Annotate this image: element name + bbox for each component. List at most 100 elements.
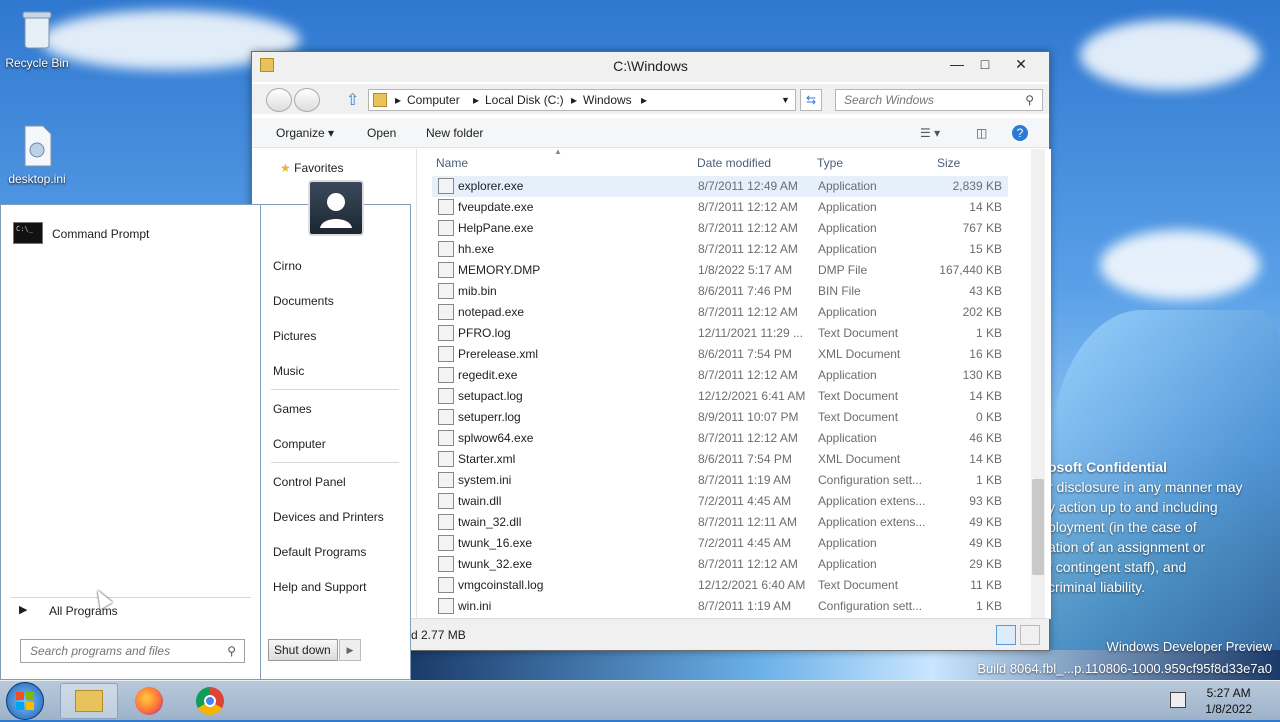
file-row[interactable]: regedit.exe 8/7/2011 12:12 AM Application 1… — [432, 365, 1008, 386]
file-row[interactable]: HelpPane.exe 8/7/2011 12:12 AM Application… — [432, 218, 1008, 239]
file-row[interactable]: fveupdate.exe 8/7/2011 12:12 AM Applicatio… — [432, 197, 1008, 218]
start-button[interactable] — [6, 682, 44, 720]
file-row[interactable]: setupact.log 12/12/2021 6:41 AM Text Docum… — [432, 386, 1008, 407]
large-icons-view-icon[interactable] — [1020, 625, 1040, 645]
file-row[interactable]: PFRO.log 12/11/2021 11:29 ... Text Documen… — [432, 323, 1008, 344]
file-row[interactable]: twain_32.dll 8/7/2011 12:11 AM Application… — [432, 512, 1008, 533]
file-date: 8/9/2011 10:07 PM — [698, 410, 799, 424]
pictures-link[interactable]: Pictures — [273, 329, 316, 343]
back-button[interactable] — [266, 88, 292, 112]
column-header-name[interactable]: Name — [436, 156, 468, 170]
search-icon[interactable]: ⚲ — [227, 644, 236, 658]
file-size: 167,440 KB — [939, 263, 1002, 277]
new-folder-button[interactable]: New folder — [426, 126, 483, 140]
user-avatar[interactable] — [308, 180, 364, 236]
vertical-scrollbar[interactable] — [1031, 149, 1045, 619]
maximize-button[interactable]: □ — [970, 54, 1000, 76]
title-bar[interactable]: C:\Windows — □ ✕ — [252, 52, 1049, 82]
games-link[interactable]: Games — [273, 402, 312, 416]
file-list: ▲ Name Date modified Type Size explorer.… — [418, 147, 1051, 619]
column-header-size[interactable]: Size — [937, 156, 960, 170]
file-row[interactable]: mib.bin 8/6/2011 7:46 PM BIN File 43 KB — [432, 281, 1008, 302]
forward-button[interactable] — [294, 88, 320, 112]
breadcrumb-local-disk[interactable]: Local Disk (C:) — [485, 93, 564, 107]
file-row[interactable]: splwow64.exe 8/7/2011 12:12 AM Application… — [432, 428, 1008, 449]
scroll-thumb[interactable] — [1032, 479, 1044, 575]
close-button[interactable]: ✕ — [1006, 54, 1036, 76]
file-size: 2,839 KB — [952, 179, 1002, 193]
help-icon[interactable]: ? — [1012, 125, 1028, 141]
file-row[interactable]: win.ini 8/7/2011 1:19 AM Configuration set… — [432, 596, 1008, 617]
breadcrumb-windows[interactable]: Windows — [583, 93, 632, 107]
file-row[interactable]: explorer.exe 8/7/2011 12:49 AM Application… — [432, 176, 1008, 197]
all-programs-button[interactable]: ▶ All Programs — [19, 603, 239, 623]
taskbar-firefox-button[interactable] — [121, 683, 179, 719]
file-row[interactable]: notepad.exe 8/7/2011 12:12 AM Application 2… — [432, 302, 1008, 323]
desktop-icon-recycle-bin[interactable]: Recycle Bin — [0, 8, 74, 70]
preview-pane-icon[interactable]: ◫ — [976, 126, 987, 140]
favorites-item[interactable]: ★ Favorites — [280, 161, 343, 175]
file-date: 8/7/2011 12:12 AM — [698, 557, 798, 571]
file-date: 8/7/2011 12:12 AM — [698, 200, 798, 214]
computer-link[interactable]: Computer — [273, 437, 326, 451]
file-date: 7/2/2011 4:45 AM — [698, 536, 792, 550]
file-size: 29 KB — [969, 557, 1002, 571]
file-row[interactable]: hh.exe 8/7/2011 12:12 AM Application 15 KB — [432, 239, 1008, 260]
default-programs-link[interactable]: Default Programs — [273, 545, 366, 559]
chevron-down-icon[interactable]: ▼ — [781, 95, 790, 105]
file-row[interactable]: vmgcoinstall.log 12/12/2021 6:40 AM Text D… — [432, 575, 1008, 596]
file-date: 8/7/2011 12:12 AM — [698, 305, 798, 319]
system-clock[interactable]: 5:27 AM 1/8/2022 — [1205, 685, 1252, 717]
start-search-input[interactable] — [21, 640, 211, 662]
refresh-icon[interactable]: ⇆ — [800, 89, 822, 111]
user-silhouette-icon — [320, 193, 352, 228]
view-options-icon[interactable]: ☰ ▾ — [920, 126, 940, 140]
address-field[interactable]: ▸ Computer ▸ Local Disk (C:) ▸ Windows ▸… — [368, 89, 796, 111]
file-row[interactable]: Prerelease.xml 8/6/2011 7:54 PM XML Docume… — [432, 344, 1008, 365]
column-header-date[interactable]: Date modified — [697, 156, 771, 170]
music-link[interactable]: Music — [273, 364, 304, 378]
file-row[interactable]: system.ini 8/7/2011 1:19 AM Configuration … — [432, 470, 1008, 491]
file-row[interactable]: twunk_16.exe 7/2/2011 4:45 AM Application 4… — [432, 533, 1008, 554]
organize-button[interactable]: Organize ▾ — [276, 126, 334, 140]
action-center-icon[interactable] — [1170, 692, 1186, 708]
file-size: 49 KB — [969, 515, 1002, 529]
taskbar-chrome-button[interactable] — [182, 683, 240, 719]
divider — [271, 462, 399, 463]
minimize-button[interactable]: — — [942, 54, 972, 76]
file-type: Application — [818, 221, 877, 235]
file-size: 1 KB — [975, 599, 1002, 613]
search-box[interactable]: ⚲ — [835, 89, 1043, 111]
file-icon — [438, 325, 454, 341]
column-header-type[interactable]: Type — [817, 156, 843, 170]
file-name: twunk_16.exe — [458, 536, 533, 550]
pinned-command-prompt[interactable]: C:\_ Command Prompt — [13, 221, 253, 247]
file-row[interactable]: twunk_32.exe 8/7/2011 12:12 AM Application… — [432, 554, 1008, 575]
shut-down-button[interactable]: Shut down — [268, 639, 338, 661]
up-arrow-icon[interactable]: ⇧ — [346, 90, 359, 110]
user-folder-link[interactable]: Cirno — [273, 259, 302, 273]
search-input[interactable] — [836, 90, 1016, 110]
file-type: XML Document — [818, 347, 901, 361]
control-panel-link[interactable]: Control Panel — [273, 475, 346, 489]
help-and-support-link[interactable]: Help and Support — [273, 580, 366, 594]
documents-link[interactable]: Documents — [273, 294, 334, 308]
watermark-line: y action up to and including — [1048, 499, 1218, 515]
shut-down-options-arrow[interactable]: ▶ — [339, 639, 361, 661]
file-row[interactable]: Starter.xml 8/6/2011 7:54 PM XML Document 1… — [432, 449, 1008, 470]
details-view-icon[interactable] — [996, 625, 1016, 645]
open-button[interactable]: Open — [367, 126, 396, 140]
file-row[interactable]: MEMORY.DMP 1/8/2022 5:17 AM DMP File 167,44… — [432, 260, 1008, 281]
file-row[interactable]: twain.dll 7/2/2011 4:45 AM Application ext… — [432, 491, 1008, 512]
watermark-line: r disclosure in any manner may — [1048, 479, 1243, 495]
start-menu-programs-pane: C:\_ Command Prompt ▶ All Programs ⚲ — [0, 204, 261, 680]
desktop-icon-desktop-ini[interactable]: desktop.ini — [0, 124, 74, 186]
file-row[interactable]: setuperr.log 8/9/2011 10:07 PM Text Docume… — [432, 407, 1008, 428]
file-date: 7/2/2011 4:45 AM — [698, 494, 792, 508]
devices-and-printers-link[interactable]: Devices and Printers — [273, 510, 384, 524]
search-icon[interactable]: ⚲ — [1025, 93, 1034, 107]
taskbar-explorer-button[interactable] — [60, 683, 118, 719]
breadcrumb-computer[interactable]: Computer — [407, 93, 460, 107]
file-icon — [438, 577, 454, 593]
start-search-box[interactable]: ⚲ — [20, 639, 245, 663]
